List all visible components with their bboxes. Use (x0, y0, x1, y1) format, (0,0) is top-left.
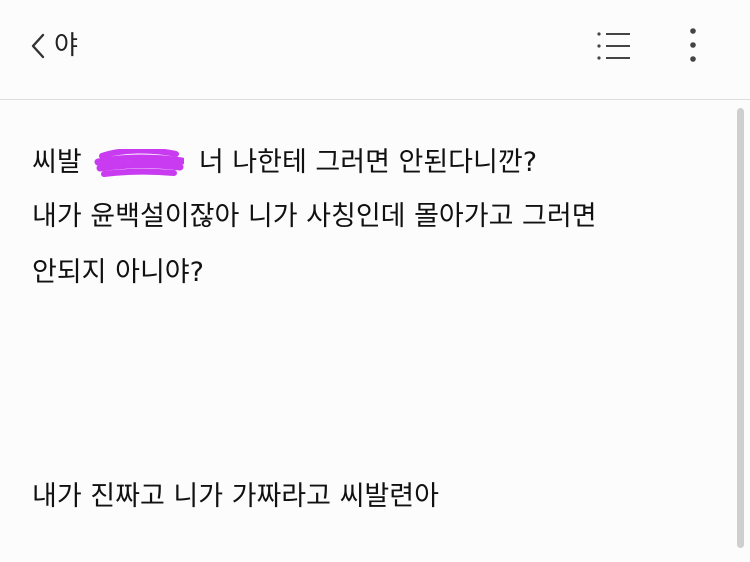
scrollbar[interactable] (737, 108, 744, 548)
note-line-2: 내가 윤백설이잖아 니가 사칭인데 몰아가고 그러면 (32, 201, 597, 232)
note-body[interactable]: 씨발 너 나한테 그러면 안된다니깐? 내가 윤백설이잖아 니가 사칭인데 몰아… (0, 101, 750, 562)
line1-prefix: 씨발 (32, 147, 82, 178)
note-title: 야 (54, 31, 78, 61)
table-of-contents-button[interactable] (594, 28, 634, 64)
note-line-1: 씨발 너 나한테 그러면 안된다니깐? (32, 145, 537, 181)
redaction-scribble (94, 146, 186, 179)
note-line-3: 안되지 아니야? (32, 257, 204, 288)
back-button[interactable]: 야 (30, 26, 78, 66)
top-app-bar: 야 (0, 0, 750, 100)
list-icon (594, 32, 634, 68)
note-line-4: 내가 진짜고 니가 가짜라고 씨발련아 (32, 481, 439, 512)
line1-suffix: 너 나한테 그러면 안된다니깐? (198, 147, 538, 178)
more-options-button[interactable] (680, 24, 706, 68)
chevron-left-icon (30, 33, 46, 59)
more-vertical-icon (680, 28, 706, 72)
memo-app: 야 씨발 너 나한테 그러면 안된다니깐? 내가 윤백설이잖아 니가 사칭인데 … (0, 0, 750, 562)
